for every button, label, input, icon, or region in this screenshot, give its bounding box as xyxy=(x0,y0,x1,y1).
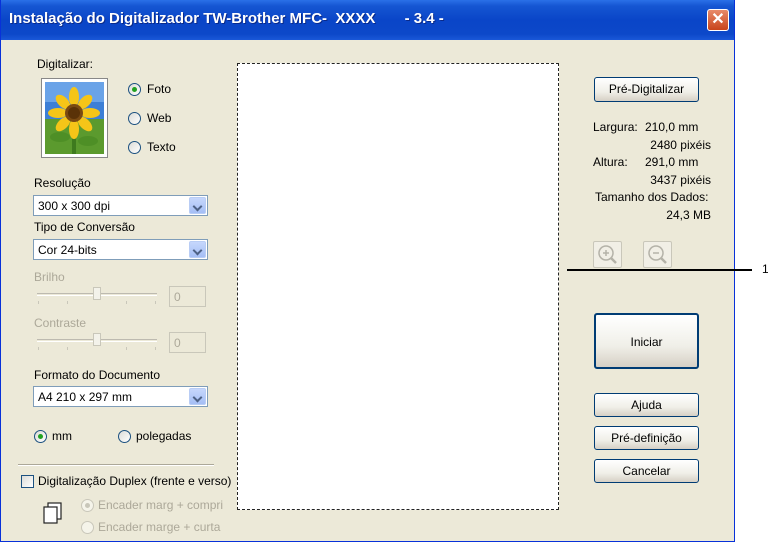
scan-type-web-label[interactable]: Web xyxy=(147,111,171,125)
zoom-in-icon xyxy=(598,245,617,264)
data-size-value: 24,3 MB xyxy=(666,208,711,222)
zoom-in-button[interactable] xyxy=(593,241,622,268)
cancel-button-label: Cancelar xyxy=(622,464,671,478)
width-label: Largura: xyxy=(593,120,638,134)
window-title: Instalação do Digitalizador TW-Brother M… xyxy=(9,10,444,27)
chevron-down-icon[interactable] xyxy=(189,197,206,214)
brightness-tick xyxy=(38,301,39,304)
close-icon[interactable]: ✕ xyxy=(711,11,724,28)
close-button[interactable]: ✕ xyxy=(707,9,729,31)
scan-preview-area[interactable] xyxy=(237,63,559,510)
resolution-label: Resolução xyxy=(34,176,91,190)
duplex-long-edge-radio[interactable] xyxy=(81,499,94,512)
duplex-long-edge-label[interactable]: Encader marg + compri xyxy=(98,498,223,512)
chevron-down-icon[interactable] xyxy=(189,388,206,405)
conversion-select[interactable]: Cor 24-bits xyxy=(33,239,208,260)
zoom-out-icon xyxy=(648,245,667,264)
duplex-short-edge-label[interactable]: Encader marge + curta xyxy=(98,520,220,534)
callout-line xyxy=(567,269,752,271)
sunflower-photo-icon xyxy=(45,82,104,154)
height-mm-value: 291,0 mm xyxy=(645,155,699,169)
conversion-value: Cor 24-bits xyxy=(38,243,97,257)
width-mm-value: 210,0 mm xyxy=(645,120,699,134)
doc-size-label: Formato do Documento xyxy=(34,368,161,382)
prescan-button-label: Pré-Digitalizar xyxy=(608,82,685,96)
resolution-value: 300 x 300 dpi xyxy=(38,199,111,213)
unit-mm-radio[interactable] xyxy=(34,430,47,443)
chevron-down-icon[interactable] xyxy=(189,241,206,258)
contrast-tick xyxy=(38,347,39,350)
scanner-dialog: Instalação do Digitalizador TW-Brother M… xyxy=(0,0,735,542)
doc-size-value: A4 210 x 297 mm xyxy=(38,390,133,404)
brightness-label: Brilho xyxy=(34,270,65,284)
contrast-tick xyxy=(126,347,127,350)
resolution-select[interactable]: 300 x 300 dpi xyxy=(33,195,208,216)
cancel-button[interactable]: Cancelar xyxy=(594,459,699,483)
contrast-tick xyxy=(155,347,156,350)
duplex-checkbox[interactable] xyxy=(21,475,34,488)
scan-type-thumbnail xyxy=(41,78,108,158)
scan-type-photo-label[interactable]: Foto xyxy=(147,82,171,96)
data-size-label: Tamanho dos Dados: xyxy=(595,190,709,204)
default-button[interactable]: Pré-definição xyxy=(594,426,699,450)
scan-type-text-radio[interactable] xyxy=(128,141,141,154)
zoom-out-button[interactable] xyxy=(643,241,672,268)
start-button-label: Iniciar xyxy=(630,335,663,349)
brightness-value-field[interactable]: 0 xyxy=(169,286,206,307)
brightness-tick xyxy=(155,301,156,304)
brightness-slider-thumb[interactable] xyxy=(93,287,101,300)
start-button[interactable]: Iniciar xyxy=(594,313,699,369)
brightness-tick xyxy=(126,301,127,304)
doc-size-select[interactable]: A4 210 x 297 mm xyxy=(33,386,208,407)
scan-label: Digitalizar: xyxy=(37,57,94,71)
divider xyxy=(18,464,214,466)
unit-mm-label[interactable]: mm xyxy=(52,429,72,443)
height-px-value: 3437 pixéis xyxy=(650,173,711,187)
scan-type-text-label[interactable]: Texto xyxy=(147,140,176,154)
title-bar[interactable]: Instalação do Digitalizador TW-Brother M… xyxy=(1,0,734,40)
contrast-label: Contraste xyxy=(34,316,87,330)
scan-type-web-radio[interactable] xyxy=(128,112,141,125)
help-button-label: Ajuda xyxy=(631,398,662,412)
unit-inches-radio[interactable] xyxy=(118,430,131,443)
default-button-label: Pré-definição xyxy=(611,431,682,445)
help-button[interactable]: Ajuda xyxy=(594,393,699,417)
brightness-tick xyxy=(67,301,68,304)
contrast-tick xyxy=(67,347,68,350)
callout-number: 1 xyxy=(762,262,768,276)
height-label: Altura: xyxy=(593,155,628,169)
duplex-label[interactable]: Digitalização Duplex (frente e verso) xyxy=(38,474,231,488)
duplex-pages-icon xyxy=(43,502,62,524)
unit-inches-label[interactable]: polegadas xyxy=(136,429,191,443)
width-px-value: 2480 pixéis xyxy=(650,138,711,152)
conversion-label: Tipo de Conversão xyxy=(34,220,135,234)
contrast-slider-thumb[interactable] xyxy=(93,333,101,346)
prescan-button[interactable]: Pré-Digitalizar xyxy=(594,77,699,102)
contrast-value-field[interactable]: 0 xyxy=(169,332,206,353)
scan-type-photo-radio[interactable] xyxy=(128,83,141,96)
duplex-short-edge-radio[interactable] xyxy=(81,521,94,534)
